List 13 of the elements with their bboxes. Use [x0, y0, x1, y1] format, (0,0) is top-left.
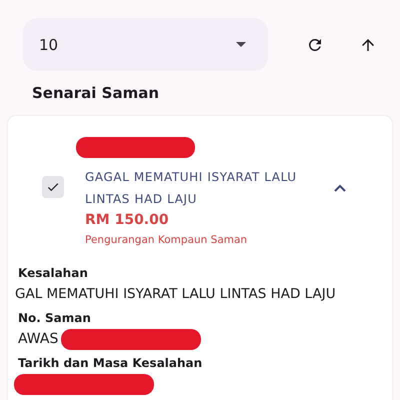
detail-label: No. Saman: [18, 311, 92, 325]
discount-note: Pengurangan Kompaun Saman: [85, 234, 248, 246]
collapse-icon[interactable]: [333, 183, 347, 193]
section-title: Senarai Saman: [32, 84, 160, 102]
detail-value: AWAS: [18, 331, 58, 347]
detail-label: Tarikh dan Masa Kesalahan: [18, 356, 204, 370]
checkbox[interactable]: [42, 176, 64, 198]
page-size-select[interactable]: 10: [23, 18, 268, 71]
caret-icon: [236, 42, 246, 47]
amount: RM 150.00: [85, 212, 170, 228]
offence-title: GAGAL MEMATUHI ISYARAT LALU LINTAS HAD LAJU: [85, 169, 298, 208]
detail-value: GAL MEMATUHI ISYARAT LALU LINTAS HAD LAJU: [15, 286, 336, 302]
detail-label: Kesalahan: [18, 266, 89, 280]
